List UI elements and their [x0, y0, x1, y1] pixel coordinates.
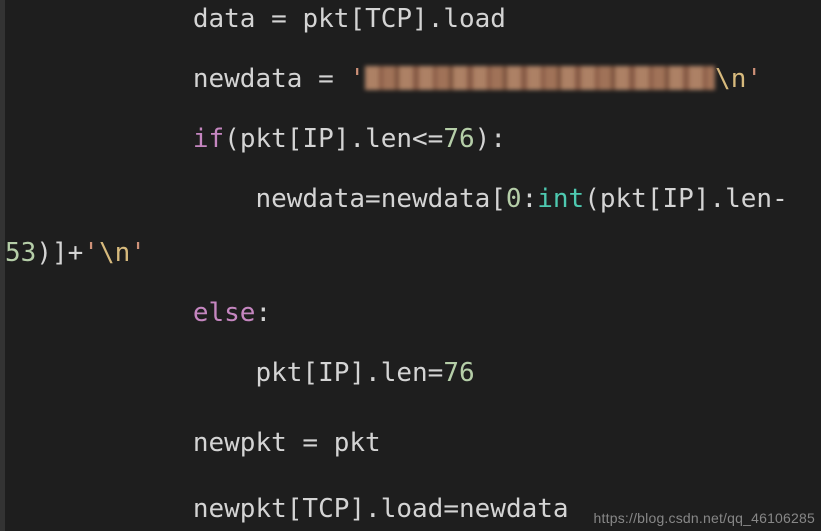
- redacted-string-icon: [365, 66, 715, 90]
- code-line-wrap: 53)]+'\n': [5, 240, 146, 266]
- watermark: https://blog.csdn.net/qq_46106285: [594, 511, 815, 525]
- code-line: newpkt = pkt: [5, 430, 381, 456]
- code-line: newdata = '\n': [5, 66, 762, 92]
- code-line: if(pkt[IP].len<=76):: [5, 126, 506, 152]
- code-line: newpkt[TCP].load=newdata: [5, 496, 569, 522]
- code-line: data = pkt[TCP].load: [5, 6, 506, 32]
- code-line: else:: [5, 300, 271, 326]
- code-block: data = pkt[TCP].load newdata = '\n' if(p…: [0, 0, 821, 531]
- code-line: newdata=newdata[0:int(pkt[IP].len-: [5, 186, 788, 212]
- code-line: pkt[IP].len=76: [5, 360, 475, 386]
